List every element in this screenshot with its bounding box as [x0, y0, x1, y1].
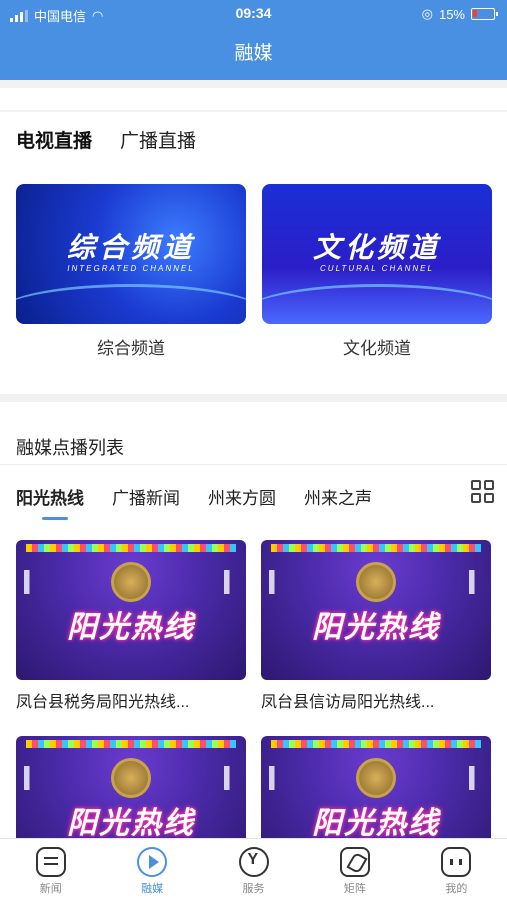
microphone-icon: [356, 758, 396, 798]
tab-zhoulai-fangyuan[interactable]: 州来方圆: [208, 484, 276, 509]
active-tab-indicator: [42, 517, 68, 520]
tab-radio-news[interactable]: 广播新闻: [112, 484, 180, 509]
tab-radio-live[interactable]: 广播直播: [120, 126, 196, 153]
microphone-icon: [111, 758, 151, 798]
divider: [0, 464, 507, 465]
thumbnail-overlay-text: 阳光热线: [67, 807, 195, 840]
vod-thumbnail[interactable]: 阳光热线: [16, 540, 246, 680]
grid-menu-icon[interactable]: [471, 480, 497, 506]
microphone-icon: [111, 562, 151, 602]
vod-section: 融媒点播列表 阳光热线 广播新闻 州来方圆 州来之声 阳光热线 凤台县税务局阳光…: [0, 402, 507, 876]
page-title: 融媒: [234, 43, 273, 64]
service-icon: [238, 847, 269, 877]
channel-title-overlay: 综合频道: [66, 232, 195, 263]
status-bar: 中国电信 ◠ 09:34 ◎ 15%: [0, 0, 507, 30]
section-title: 融媒点播列表: [16, 438, 124, 458]
channel-thumbnail[interactable]: 文化频道 CULTURAL CHANNEL: [262, 184, 492, 324]
spacer-card: [0, 88, 507, 110]
nav-label: 新闻: [39, 883, 62, 895]
battery-icon: [471, 8, 498, 20]
channel-subtitle-overlay: CULTURAL CHANNEL: [320, 264, 434, 273]
vod-tabs: 阳光热线 广播新闻 州来方圆 州来之声: [16, 484, 372, 509]
profile-icon: [441, 847, 472, 877]
matrix-icon: [339, 847, 370, 877]
nav-media[interactable]: 融媒: [101, 839, 202, 900]
news-icon: [35, 847, 66, 877]
play-icon: [137, 847, 168, 877]
vod-item-label: 凤台县税务局阳光热线...: [16, 694, 190, 711]
top-bar: 中国电信 ◠ 09:34 ◎ 15% 融媒: [0, 0, 507, 80]
channel-card-integrated[interactable]: 综合频道 INTEGRATED CHANNEL 综合频道: [16, 184, 246, 359]
vod-thumbnail[interactable]: 阳光热线: [261, 540, 491, 680]
channel-label: 综合频道: [97, 339, 165, 358]
channel-title-overlay: 文化频道: [312, 232, 441, 263]
rotation-lock-icon: ◎: [421, 6, 433, 21]
nav-label: 矩阵: [343, 883, 366, 895]
microphone-icon: [356, 562, 396, 602]
tab-zhoulai-voice[interactable]: 州来之声: [304, 484, 372, 509]
nav-profile[interactable]: 我的: [406, 839, 507, 900]
nav-news[interactable]: 新闻: [0, 839, 101, 900]
thumbnail-overlay-text: 阳光热线: [312, 807, 440, 840]
tab-tv-live[interactable]: 电视直播: [16, 126, 92, 153]
nav-label: 我的: [445, 883, 468, 895]
thumbnail-overlay-text: 阳光热线: [312, 611, 440, 644]
tab-sunshine-hotline[interactable]: 阳光热线: [16, 484, 84, 509]
nav-label: 融媒: [141, 883, 164, 895]
live-tabs: 电视直播 广播直播: [16, 126, 196, 153]
bottom-nav: 新闻 融媒 服务 矩阵 我的: [0, 838, 507, 900]
nav-service[interactable]: 服务: [203, 839, 304, 900]
thumbnail-overlay-text: 阳光热线: [67, 611, 195, 644]
channel-subtitle-overlay: INTEGRATED CHANNEL: [67, 264, 195, 273]
vod-item[interactable]: 阳光热线 凤台县信访局阳光热线...: [261, 540, 491, 712]
live-section: 电视直播 广播直播 综合频道 INTEGRATED CHANNEL 综合频道 文…: [0, 112, 507, 394]
channel-thumbnail[interactable]: 综合频道 INTEGRATED CHANNEL: [16, 184, 246, 324]
nav-label: 服务: [242, 883, 265, 895]
battery-percent: 15%: [438, 6, 465, 22]
channel-card-cultural[interactable]: 文化频道 CULTURAL CHANNEL 文化频道: [262, 184, 492, 359]
channel-label: 文化频道: [343, 339, 411, 358]
nav-matrix[interactable]: 矩阵: [304, 839, 405, 900]
vod-item[interactable]: 阳光热线 凤台县税务局阳光热线...: [16, 540, 246, 712]
vod-item-label: 凤台县信访局阳光热线...: [261, 694, 435, 711]
